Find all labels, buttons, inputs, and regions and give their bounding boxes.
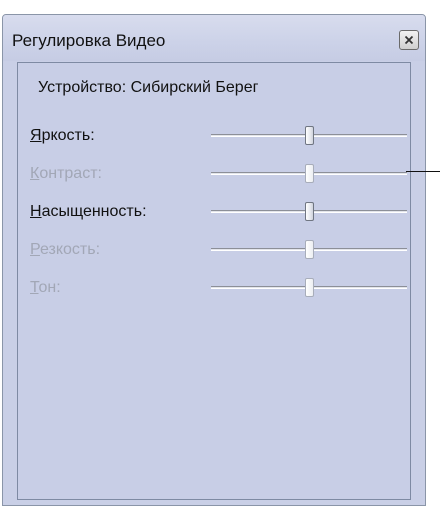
window-title: Регулировка Видео	[12, 31, 166, 50]
close-button[interactable]	[399, 30, 419, 50]
slider-label: Тон:	[30, 279, 61, 296]
close-icon	[404, 35, 414, 45]
slider-label: Контраст:	[30, 165, 102, 182]
hue-slider-thumb[interactable]	[305, 278, 314, 297]
title-bar[interactable]: Регулировка Видео	[3, 15, 425, 61]
callout-line	[406, 171, 440, 172]
settings-panel: Устройство: Сибирский Берег Яркость: Кон…	[17, 62, 411, 500]
slider-label: Насыщенность:	[30, 203, 147, 220]
slider-row-hue: Тон:	[30, 277, 410, 299]
sharpness-slider-thumb[interactable]	[305, 240, 314, 259]
saturation-slider-track[interactable]	[211, 202, 407, 221]
brightness-slider-thumb[interactable]	[305, 126, 314, 145]
slider-row-saturation: Насыщенность:	[30, 201, 410, 223]
slider-row-contrast: Контраст:	[30, 163, 410, 185]
slider-label: Резкость:	[30, 241, 101, 258]
slider-label: Яркость:	[30, 127, 95, 144]
sharpness-slider-track[interactable]	[211, 240, 407, 259]
slider-row-sharpness: Резкость:	[30, 239, 410, 261]
contrast-slider-thumb[interactable]	[305, 164, 314, 183]
slider-row-brightness: Яркость:	[30, 125, 410, 147]
hue-slider-track[interactable]	[211, 278, 407, 297]
video-adjustment-window: Регулировка Видео Устройство: Сибирский …	[2, 14, 426, 506]
device-label: Устройство: Сибирский Берег	[38, 79, 259, 96]
brightness-slider-track[interactable]	[211, 126, 407, 145]
contrast-slider-track[interactable]	[211, 164, 407, 183]
saturation-slider-thumb[interactable]	[305, 202, 314, 221]
